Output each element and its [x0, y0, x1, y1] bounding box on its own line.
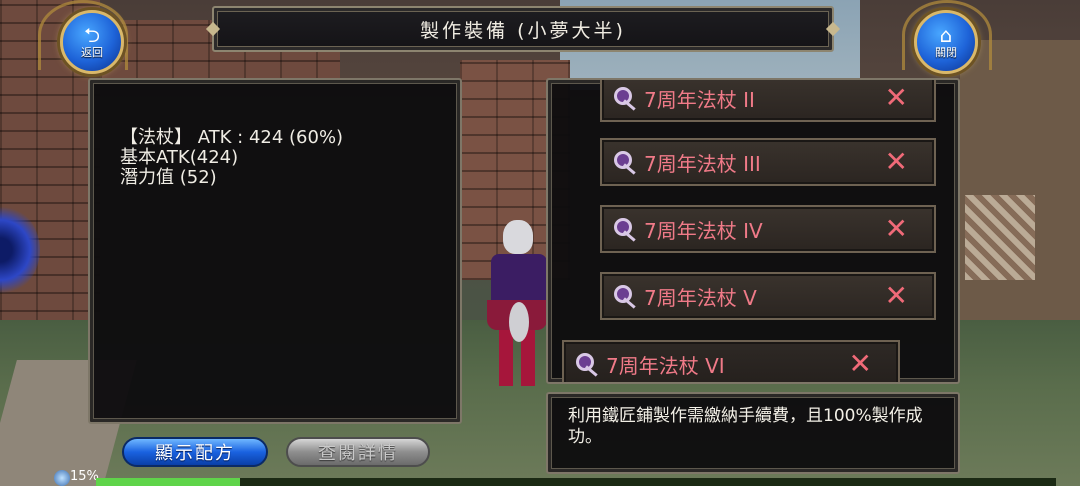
- stat-base-atk: 基本ATK(424): [120, 147, 239, 168]
- show-recipe-button[interactable]: 顯示配方: [122, 437, 268, 467]
- staff-icon: [610, 147, 640, 177]
- recipe-item[interactable]: 7周年法杖 III ✕: [600, 138, 936, 186]
- back-button[interactable]: ⮌ 返回: [60, 10, 124, 74]
- recipe-item[interactable]: 7周年法杖 V ✕: [600, 272, 936, 320]
- recipe-name: 7周年法杖 V: [644, 285, 757, 310]
- character-tail: [509, 302, 529, 342]
- recipe-name: 7周年法杖 VI: [606, 353, 725, 378]
- close-button-label: 關閉: [935, 46, 957, 59]
- item-stats-panel: 【法杖】 ATK : 424 (60%) 基本ATK(424) 潛力值 (52): [88, 78, 462, 424]
- title-bar: 製作裝備 (小夢大半): [212, 6, 834, 52]
- description-panel: 利用鐵匠鋪製作需繳納手續費，且100%製作成功。: [546, 392, 960, 474]
- home-icon: ⌂: [939, 23, 953, 47]
- recipe-item[interactable]: 7周年法杖 II ✕: [600, 80, 936, 122]
- staff-icon: [572, 349, 602, 379]
- description-text: 利用鐵匠鋪製作需繳納手續費，且100%製作成功。: [568, 406, 923, 447]
- view-details-button[interactable]: 查閱詳情: [286, 437, 430, 467]
- progress-label: 15%: [70, 469, 99, 484]
- remove-icon[interactable]: ✕: [885, 282, 908, 310]
- item-stats: 【法杖】 ATK : 424 (60%) 基本ATK(424) 潛力值 (52): [120, 128, 343, 188]
- staff-icon: [610, 214, 640, 244]
- building-window-pattern: [965, 195, 1035, 280]
- remove-icon[interactable]: ✕: [849, 350, 872, 378]
- recipe-name: 7周年法杖 IV: [644, 218, 763, 243]
- remove-icon[interactable]: ✕: [885, 148, 908, 176]
- staff-icon: [610, 281, 640, 311]
- close-button[interactable]: ⌂ 關閉: [914, 10, 978, 74]
- return-arrow-icon: ⮌: [83, 23, 101, 47]
- remove-icon[interactable]: ✕: [885, 84, 908, 112]
- progress-fill: [96, 478, 240, 486]
- progress-bar: [96, 478, 1056, 486]
- recipe-item-selected[interactable]: 7周年法杖 VI ✕: [562, 340, 900, 382]
- character-head: [503, 220, 533, 254]
- recipe-name: 7周年法杖 II: [644, 87, 755, 112]
- building-right: [960, 40, 1080, 340]
- stat-weapon-atk: 【法杖】 ATK : 424 (60%): [120, 127, 344, 148]
- back-button-label: 返回: [81, 46, 103, 59]
- remove-icon[interactable]: ✕: [885, 215, 908, 243]
- exp-orb-icon: [54, 470, 70, 486]
- recipe-name: 7周年法杖 III: [644, 151, 761, 176]
- recipe-item[interactable]: 7周年法杖 IV ✕: [600, 205, 936, 253]
- recipe-list-panel[interactable]: 7周年法杖 II ✕ 7周年法杖 III ✕ 7周年法杖 IV ✕ 7周年法杖 …: [546, 78, 960, 384]
- window-title: 製作裝備 (小夢大半): [420, 19, 626, 42]
- stat-potential: 潛力值 (52): [120, 167, 217, 188]
- staff-icon: [610, 83, 640, 113]
